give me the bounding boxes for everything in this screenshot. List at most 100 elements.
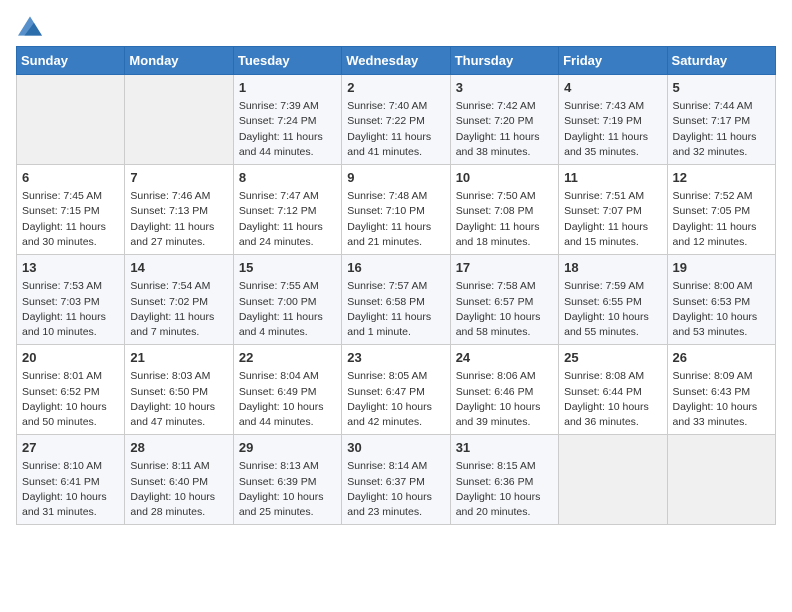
day-info: Sunrise: 8:05 AM Sunset: 6:47 PM Dayligh… xyxy=(347,369,444,430)
day-number: 17 xyxy=(456,259,553,277)
calendar-cell: 28Sunrise: 8:11 AM Sunset: 6:40 PM Dayli… xyxy=(125,435,233,525)
calendar-cell xyxy=(667,435,775,525)
day-info: Sunrise: 8:06 AM Sunset: 6:46 PM Dayligh… xyxy=(456,369,553,430)
day-number: 20 xyxy=(22,349,119,367)
day-info: Sunrise: 7:39 AM Sunset: 7:24 PM Dayligh… xyxy=(239,99,336,160)
day-info: Sunrise: 8:14 AM Sunset: 6:37 PM Dayligh… xyxy=(347,459,444,520)
day-of-week-header: Tuesday xyxy=(233,47,341,75)
day-number: 19 xyxy=(673,259,770,277)
day-number: 7 xyxy=(130,169,227,187)
logo xyxy=(16,16,42,36)
day-info: Sunrise: 8:03 AM Sunset: 6:50 PM Dayligh… xyxy=(130,369,227,430)
day-number: 8 xyxy=(239,169,336,187)
calendar-cell: 3 Sunrise: 7:42 AM Sunset: 7:20 PM Daylig… xyxy=(450,75,558,165)
calendar-cell: 5Sunrise: 7:44 AM Sunset: 7:17 PM Daylig… xyxy=(667,75,775,165)
day-info: Sunrise: 7:59 AM Sunset: 6:55 PM Dayligh… xyxy=(564,279,661,340)
day-number: 18 xyxy=(564,259,661,277)
day-info: Sunrise: 8:15 AM Sunset: 6:36 PM Dayligh… xyxy=(456,459,553,520)
calendar-cell xyxy=(125,75,233,165)
calendar-cell: 4 Sunrise: 7:43 AM Sunset: 7:19 PM Daylig… xyxy=(559,75,667,165)
day-of-week-header: Friday xyxy=(559,47,667,75)
day-number: 16 xyxy=(347,259,444,277)
day-number: 13 xyxy=(22,259,119,277)
calendar-cell: 24 Sunrise: 8:06 AM Sunset: 6:46 PM Dayli… xyxy=(450,345,558,435)
day-number: 11 xyxy=(564,169,661,187)
calendar-cell: 16Sunrise: 7:57 AM Sunset: 6:58 PM Dayli… xyxy=(342,255,450,345)
calendar-cell xyxy=(559,435,667,525)
calendar-table: SundayMondayTuesdayWednesdayThursdayFrid… xyxy=(16,46,776,525)
calendar-week-row: 13Sunrise: 7:53 AM Sunset: 7:03 PM Dayli… xyxy=(17,255,776,345)
day-number: 10 xyxy=(456,169,553,187)
day-of-week-header: Wednesday xyxy=(342,47,450,75)
calendar-cell: 21 Sunrise: 8:03 AM Sunset: 6:50 PM Dayli… xyxy=(125,345,233,435)
day-number: 6 xyxy=(22,169,119,187)
day-number: 12 xyxy=(673,169,770,187)
day-number: 26 xyxy=(673,349,770,367)
calendar-week-row: 6 Sunrise: 7:45 AM Sunset: 7:15 PM Daylig… xyxy=(17,165,776,255)
day-info: Sunrise: 7:55 AM Sunset: 7:00 PM Dayligh… xyxy=(239,279,336,340)
day-info: Sunrise: 8:04 AM Sunset: 6:49 PM Dayligh… xyxy=(239,369,336,430)
day-number: 2 xyxy=(347,79,444,97)
calendar-header-row: SundayMondayTuesdayWednesdayThursdayFrid… xyxy=(17,47,776,75)
day-of-week-header: Monday xyxy=(125,47,233,75)
day-info: Sunrise: 7:42 AM Sunset: 7:20 PM Dayligh… xyxy=(456,99,553,160)
day-number: 14 xyxy=(130,259,227,277)
day-number: 22 xyxy=(239,349,336,367)
day-info: Sunrise: 7:58 AM Sunset: 6:57 PM Dayligh… xyxy=(456,279,553,340)
day-number: 5 xyxy=(673,79,770,97)
calendar-cell: 11 Sunrise: 7:51 AM Sunset: 7:07 PM Dayli… xyxy=(559,165,667,255)
logo-icon xyxy=(18,16,42,36)
day-number: 21 xyxy=(130,349,227,367)
calendar-cell: 17 Sunrise: 7:58 AM Sunset: 6:57 PM Dayli… xyxy=(450,255,558,345)
calendar-cell: 31 Sunrise: 8:15 AM Sunset: 6:36 PM Dayli… xyxy=(450,435,558,525)
calendar-cell: 7 Sunrise: 7:46 AM Sunset: 7:13 PM Daylig… xyxy=(125,165,233,255)
day-info: Sunrise: 7:40 AM Sunset: 7:22 PM Dayligh… xyxy=(347,99,444,160)
calendar-cell: 6 Sunrise: 7:45 AM Sunset: 7:15 PM Daylig… xyxy=(17,165,125,255)
day-number: 28 xyxy=(130,439,227,457)
calendar-cell: 18 Sunrise: 7:59 AM Sunset: 6:55 PM Dayli… xyxy=(559,255,667,345)
day-number: 4 xyxy=(564,79,661,97)
day-info: Sunrise: 7:46 AM Sunset: 7:13 PM Dayligh… xyxy=(130,189,227,250)
day-number: 31 xyxy=(456,439,553,457)
calendar-cell: 30Sunrise: 8:14 AM Sunset: 6:37 PM Dayli… xyxy=(342,435,450,525)
day-of-week-header: Sunday xyxy=(17,47,125,75)
calendar-cell: 13Sunrise: 7:53 AM Sunset: 7:03 PM Dayli… xyxy=(17,255,125,345)
calendar-week-row: 1 Sunrise: 7:39 AM Sunset: 7:24 PM Daylig… xyxy=(17,75,776,165)
day-info: Sunrise: 7:48 AM Sunset: 7:10 PM Dayligh… xyxy=(347,189,444,250)
day-number: 3 xyxy=(456,79,553,97)
day-info: Sunrise: 8:00 AM Sunset: 6:53 PM Dayligh… xyxy=(673,279,770,340)
calendar-cell: 22 Sunrise: 8:04 AM Sunset: 6:49 PM Dayli… xyxy=(233,345,341,435)
day-info: Sunrise: 8:08 AM Sunset: 6:44 PM Dayligh… xyxy=(564,369,661,430)
calendar-cell: 27Sunrise: 8:10 AM Sunset: 6:41 PM Dayli… xyxy=(17,435,125,525)
day-info: Sunrise: 7:43 AM Sunset: 7:19 PM Dayligh… xyxy=(564,99,661,160)
calendar-cell: 1 Sunrise: 7:39 AM Sunset: 7:24 PM Daylig… xyxy=(233,75,341,165)
day-of-week-header: Thursday xyxy=(450,47,558,75)
day-info: Sunrise: 7:51 AM Sunset: 7:07 PM Dayligh… xyxy=(564,189,661,250)
day-number: 15 xyxy=(239,259,336,277)
calendar-cell: 29Sunrise: 8:13 AM Sunset: 6:39 PM Dayli… xyxy=(233,435,341,525)
day-number: 9 xyxy=(347,169,444,187)
day-number: 24 xyxy=(456,349,553,367)
day-info: Sunrise: 7:50 AM Sunset: 7:08 PM Dayligh… xyxy=(456,189,553,250)
calendar-cell: 9 Sunrise: 7:48 AM Sunset: 7:10 PM Daylig… xyxy=(342,165,450,255)
day-of-week-header: Saturday xyxy=(667,47,775,75)
calendar-cell: 20 Sunrise: 8:01 AM Sunset: 6:52 PM Dayli… xyxy=(17,345,125,435)
day-number: 23 xyxy=(347,349,444,367)
day-info: Sunrise: 8:01 AM Sunset: 6:52 PM Dayligh… xyxy=(22,369,119,430)
day-info: Sunrise: 7:54 AM Sunset: 7:02 PM Dayligh… xyxy=(130,279,227,340)
calendar-cell: 10 Sunrise: 7:50 AM Sunset: 7:08 PM Dayli… xyxy=(450,165,558,255)
day-info: Sunrise: 7:47 AM Sunset: 7:12 PM Dayligh… xyxy=(239,189,336,250)
day-number: 25 xyxy=(564,349,661,367)
calendar-cell xyxy=(17,75,125,165)
day-info: Sunrise: 8:09 AM Sunset: 6:43 PM Dayligh… xyxy=(673,369,770,430)
calendar-cell: 25 Sunrise: 8:08 AM Sunset: 6:44 PM Dayli… xyxy=(559,345,667,435)
day-number: 29 xyxy=(239,439,336,457)
day-info: Sunrise: 7:45 AM Sunset: 7:15 PM Dayligh… xyxy=(22,189,119,250)
day-info: Sunrise: 8:10 AM Sunset: 6:41 PM Dayligh… xyxy=(22,459,119,520)
calendar-cell: 26 Sunrise: 8:09 AM Sunset: 6:43 PM Dayli… xyxy=(667,345,775,435)
calendar-week-row: 27Sunrise: 8:10 AM Sunset: 6:41 PM Dayli… xyxy=(17,435,776,525)
calendar-cell: 14 Sunrise: 7:54 AM Sunset: 7:02 PM Dayli… xyxy=(125,255,233,345)
calendar-week-row: 20 Sunrise: 8:01 AM Sunset: 6:52 PM Dayli… xyxy=(17,345,776,435)
calendar-cell: 15 Sunrise: 7:55 AM Sunset: 7:00 PM Dayli… xyxy=(233,255,341,345)
day-number: 1 xyxy=(239,79,336,97)
